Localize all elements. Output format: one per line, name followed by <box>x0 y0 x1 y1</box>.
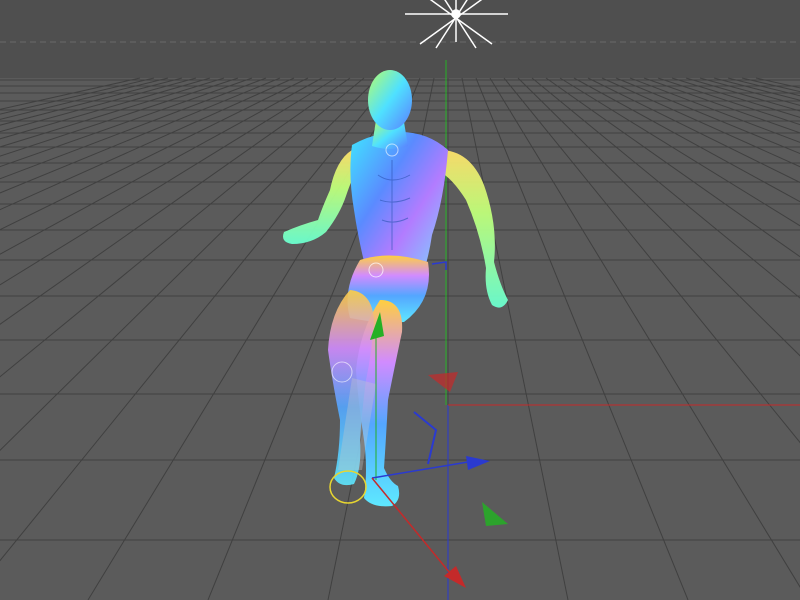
3d-viewport[interactable] <box>0 0 800 600</box>
